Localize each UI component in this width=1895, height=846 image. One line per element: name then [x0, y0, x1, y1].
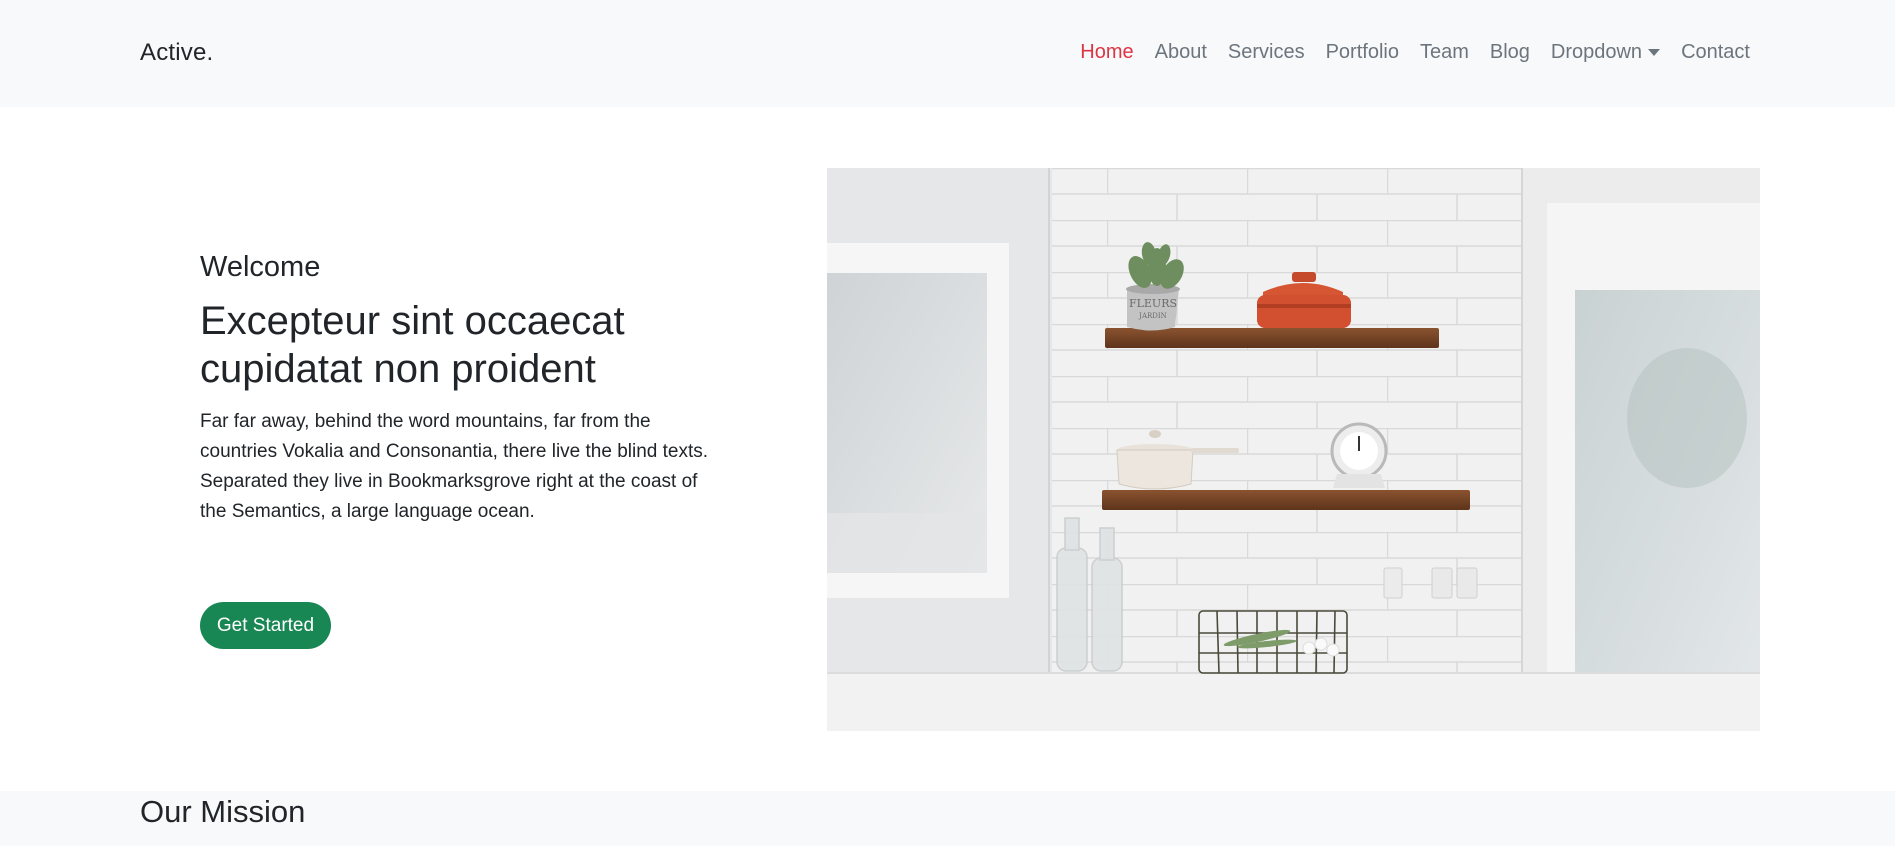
hero-title: Excepteur sint occaecat cupidatat non pr…	[200, 298, 625, 391]
nav-item-contact: Contact	[1681, 41, 1750, 64]
nav-link-about[interactable]: About	[1155, 41, 1207, 64]
top-navbar: Active. Home About Services Portfolio Te…	[0, 0, 1895, 107]
pot-label: FLEURS	[1129, 297, 1177, 310]
nav-item-blog: Blog	[1490, 41, 1530, 64]
nav-item-dropdown: Dropdown	[1550, 41, 1661, 64]
nav-link-home[interactable]: Home	[1080, 41, 1133, 64]
get-started-button[interactable]: Get Started	[200, 602, 331, 649]
hero-text-block: Welcome Excepteur sint occaecat cupidata…	[200, 250, 720, 527]
dropdown-label: Dropdown	[1550, 41, 1643, 63]
brand-logo[interactable]: Active.	[140, 39, 213, 67]
nav-item-home: Home	[1080, 41, 1133, 64]
nav-link-dropdown[interactable]: Dropdown	[1550, 41, 1661, 64]
hero-description: Far far away, behind the word mountains,…	[200, 410, 709, 522]
lower-shelf	[1102, 490, 1470, 510]
main-nav: Home About Services Portfolio Team Blog …	[1059, 41, 1750, 64]
nav-link-blog[interactable]: Blog	[1490, 41, 1530, 64]
mission-title: Our Mission	[140, 794, 306, 829]
countertop	[827, 673, 1760, 731]
nav-item-about: About	[1155, 41, 1207, 64]
upper-shelf	[1105, 328, 1439, 348]
hero-welcome: Welcome	[200, 251, 321, 283]
caret-down-icon	[1648, 49, 1661, 56]
nav-link-portfolio[interactable]: Portfolio	[1326, 41, 1399, 64]
mission-section: Our Mission	[0, 791, 1895, 846]
saucepan	[1116, 449, 1194, 490]
hero-kitchen-image: FLEURS JARDIN	[827, 168, 1760, 731]
nav-link-services[interactable]: Services	[1228, 41, 1305, 64]
red-casserole-dish	[1257, 295, 1351, 328]
pot-sublabel: JARDIN	[1138, 312, 1167, 320]
nav-item-services: Services	[1228, 41, 1305, 64]
nav-link-contact[interactable]: Contact	[1681, 41, 1750, 64]
power-outlet	[1383, 567, 1403, 599]
nav-link-team[interactable]: Team	[1420, 41, 1469, 64]
nav-item-portfolio: Portfolio	[1326, 41, 1399, 64]
nav-item-team: Team	[1420, 41, 1469, 64]
